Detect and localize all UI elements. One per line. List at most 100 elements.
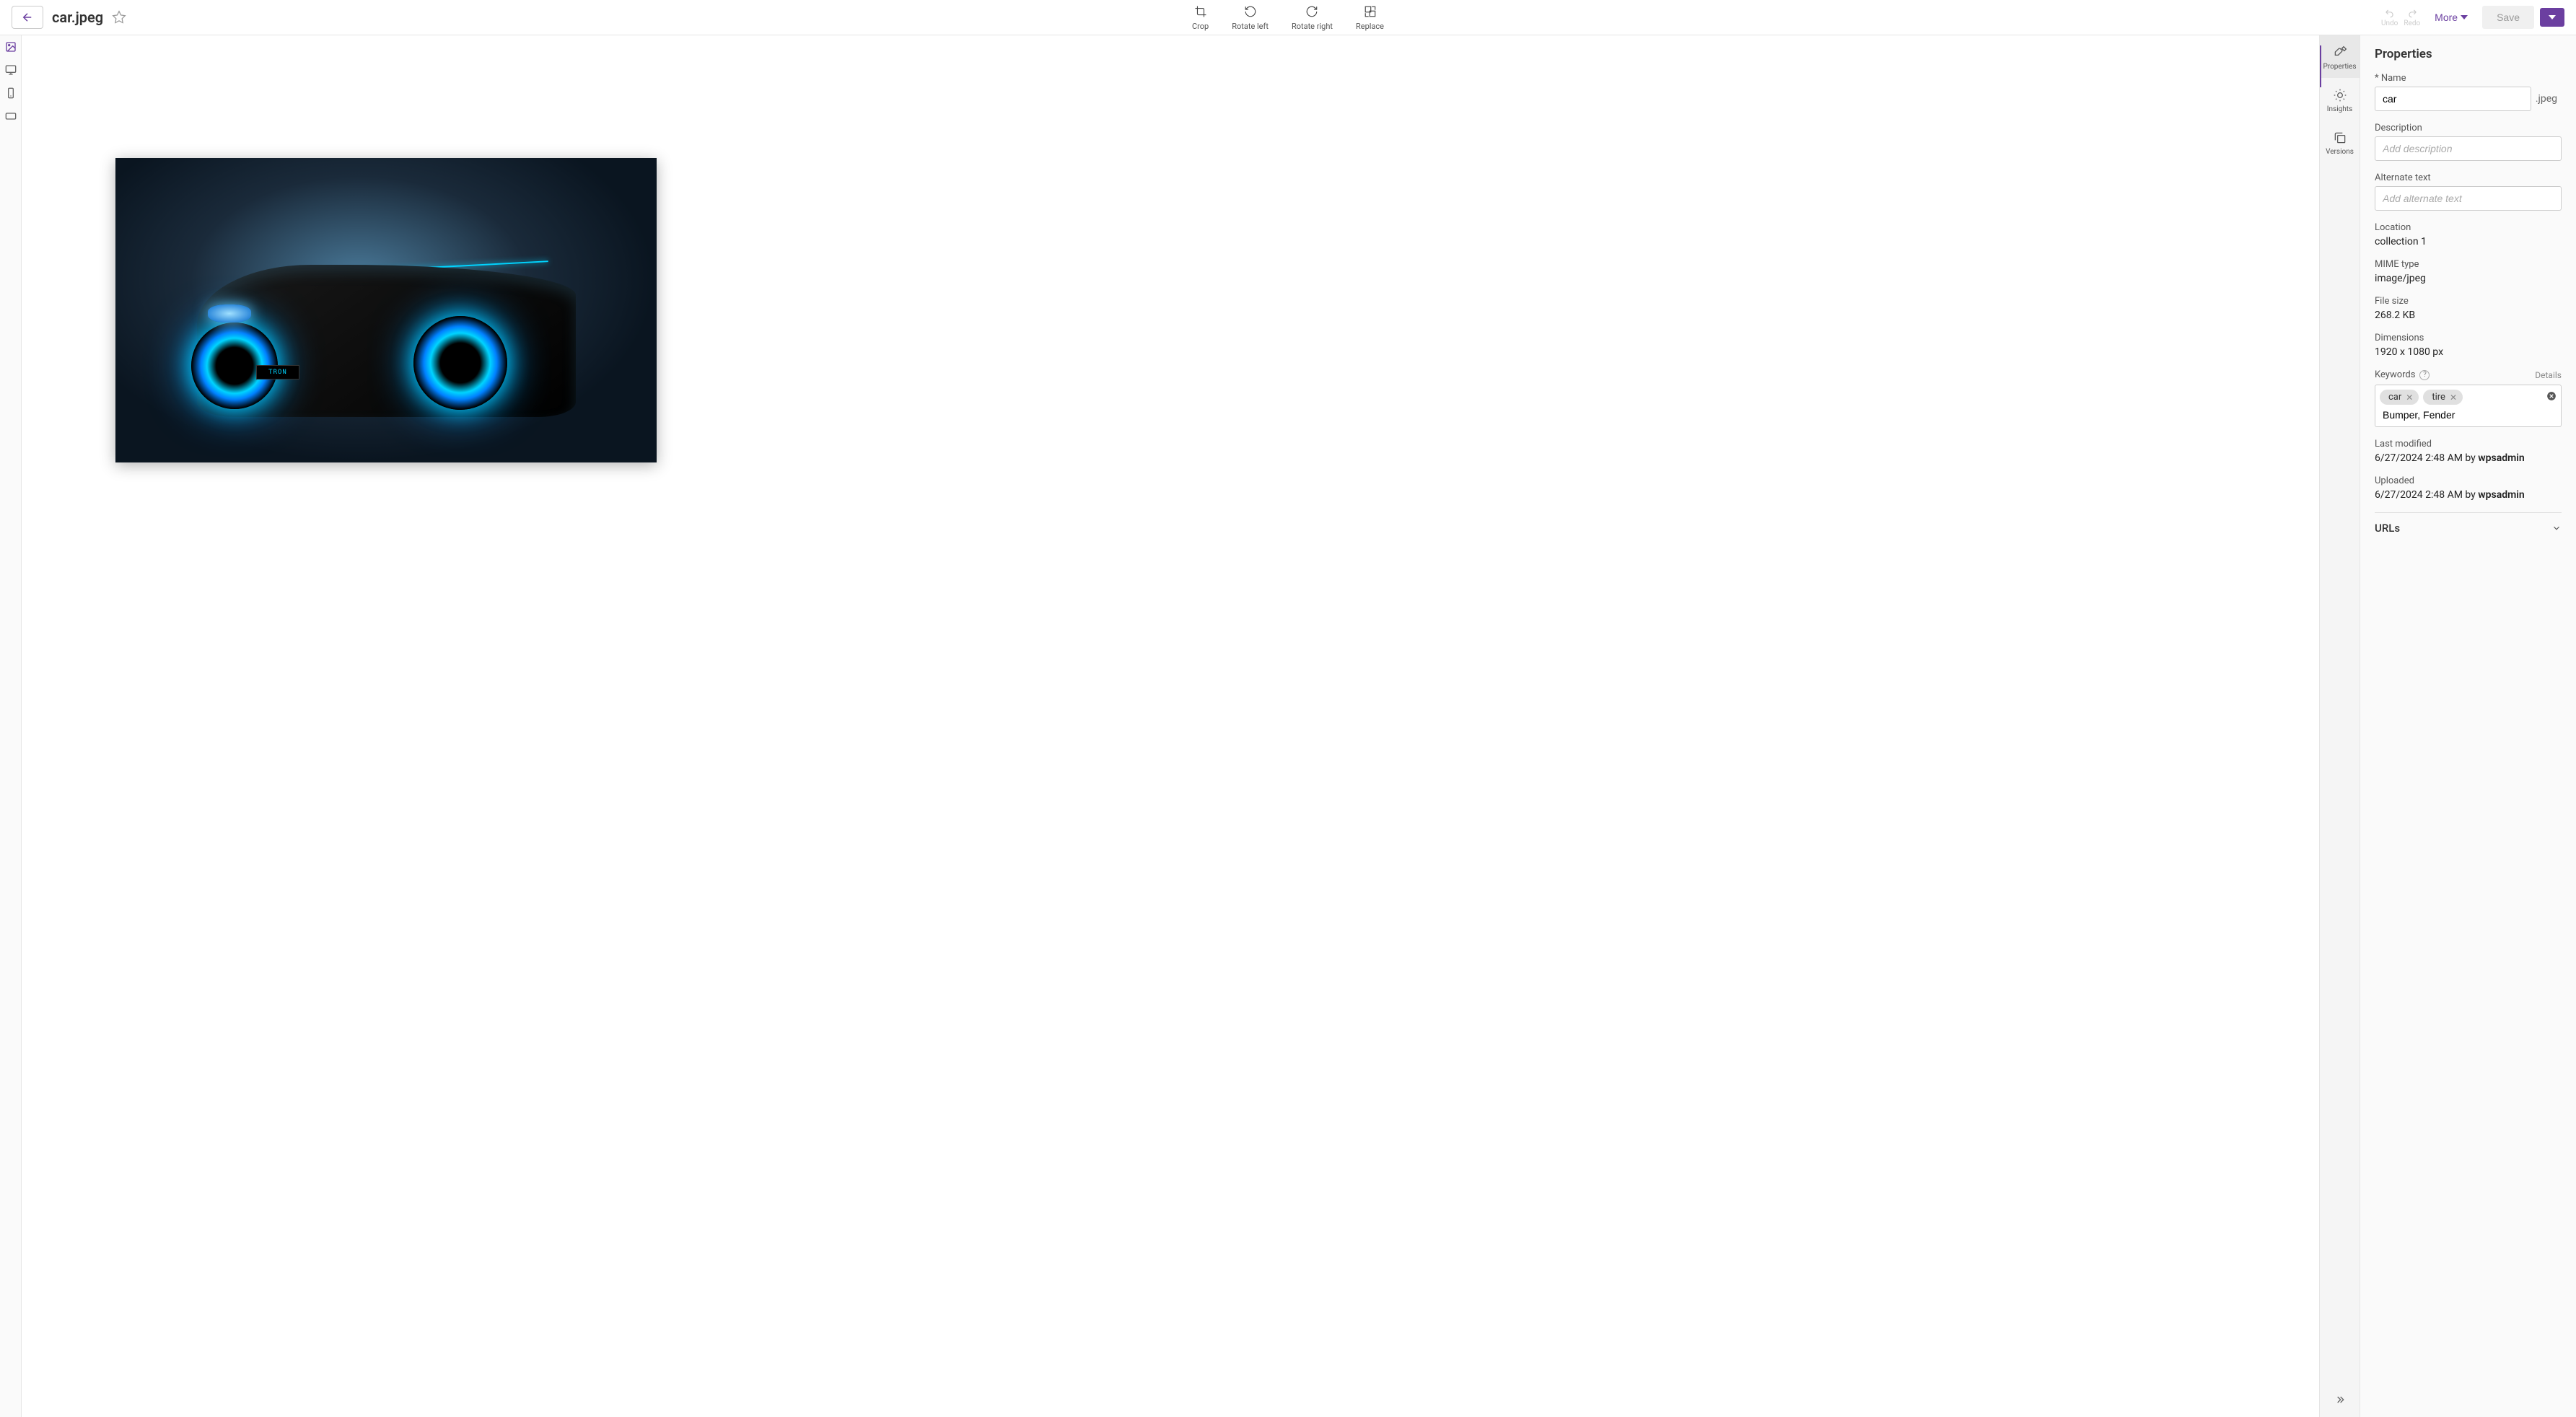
tab-versions[interactable]: Versions — [2320, 120, 2360, 163]
replace-icon — [1362, 4, 1377, 19]
keyword-tag-label: car — [2388, 392, 2401, 403]
header-right: Undo Redo More Save — [2381, 6, 2564, 29]
dimensions-label: Dimensions — [2375, 333, 2562, 343]
versions-icon — [2333, 131, 2347, 145]
keywords-box[interactable]: car ✕ tire ✕ — [2375, 385, 2562, 427]
lastmod-time: 6/27/2024 2:48 AM by — [2375, 452, 2478, 464]
tab-insights[interactable]: Insights — [2320, 78, 2360, 120]
uploaded-label: Uploaded — [2375, 475, 2562, 486]
header: car.jpeg Crop Rotate left Rotat — [0, 0, 2576, 35]
uploaded-user: wpsadmin — [2478, 489, 2524, 501]
favorite-star-icon[interactable] — [112, 10, 126, 25]
car-wheel-rear — [413, 316, 507, 410]
redo-icon — [2406, 8, 2419, 18]
urls-label: URLs — [2375, 522, 2400, 535]
lastmod-value: 6/27/2024 2:48 AM by wpsadmin — [2375, 452, 2562, 464]
name-field: * Name .jpeg — [2375, 73, 2562, 111]
rotate-left-label: Rotate left — [1232, 22, 1269, 31]
uploaded-time: 6/27/2024 2:48 AM by — [2375, 489, 2478, 501]
alt-text-field: Alternate text — [2375, 172, 2562, 211]
tab-properties[interactable]: Properties — [2320, 35, 2360, 78]
image-preview[interactable]: TRON — [115, 158, 657, 462]
more-label: More — [2435, 12, 2458, 23]
description-field: Description — [2375, 123, 2562, 161]
file-title: car.jpeg — [52, 9, 103, 26]
mime-label: MIME type — [2375, 259, 2562, 270]
chevron-down-icon — [2551, 523, 2562, 533]
redo-button[interactable]: Redo — [2404, 8, 2420, 27]
panel-title: Properties — [2375, 47, 2562, 61]
keywords-field: Keywords ? Details car ✕ tire ✕ — [2375, 369, 2562, 427]
keywords-details-link[interactable]: Details — [2535, 370, 2562, 380]
collapse-panel-button[interactable] — [2320, 1382, 2360, 1417]
properties-panel: Properties * Name .jpeg Description Alte… — [2360, 35, 2576, 1417]
location-field: Location collection 1 — [2375, 222, 2562, 247]
insights-icon — [2333, 88, 2347, 102]
remove-tag-icon[interactable]: ✕ — [2450, 392, 2457, 403]
keyword-tag-label: tire — [2432, 392, 2445, 403]
name-input[interactable] — [2375, 87, 2531, 111]
redo-label: Redo — [2404, 19, 2420, 27]
location-value: collection 1 — [2375, 236, 2562, 247]
keywords-input[interactable] — [2380, 405, 2557, 422]
more-button[interactable]: More — [2426, 6, 2476, 29]
undo-button[interactable]: Undo — [2381, 8, 2398, 27]
tab-properties-label: Properties — [2323, 63, 2356, 71]
crop-button[interactable]: Crop — [1192, 4, 1209, 31]
uploaded-value: 6/27/2024 2:48 AM by wpsadmin — [2375, 489, 2562, 501]
car-headlight — [208, 304, 251, 323]
back-button[interactable] — [12, 6, 43, 29]
tab-versions-label: Versions — [2326, 148, 2354, 156]
publish-dropdown-button[interactable] — [2540, 8, 2564, 27]
help-icon[interactable]: ? — [2419, 370, 2430, 380]
uploaded-field: Uploaded 6/27/2024 2:48 AM by wpsadmin — [2375, 475, 2562, 501]
filesize-field: File size 268.2 KB — [2375, 296, 2562, 321]
undo-label: Undo — [2381, 19, 2398, 27]
lastmod-label: Last modified — [2375, 439, 2562, 449]
crop-icon — [1193, 4, 1208, 19]
mobile-view-icon[interactable] — [5, 87, 17, 99]
tablet-view-icon[interactable] — [5, 110, 17, 122]
keyword-tag: tire ✕ — [2423, 390, 2463, 405]
rotate-right-icon — [1305, 4, 1319, 19]
replace-label: Replace — [1356, 22, 1384, 31]
rotate-right-button[interactable]: Rotate right — [1292, 4, 1333, 31]
alt-text-input[interactable] — [2375, 186, 2562, 211]
image-view-icon[interactable] — [5, 41, 17, 53]
mime-value: image/jpeg — [2375, 273, 2562, 284]
keywords-label: Keywords — [2375, 369, 2415, 380]
dimensions-value: 1920 x 1080 px — [2375, 346, 2562, 358]
lastmod-user: wpsadmin — [2478, 452, 2524, 464]
dimensions-field: Dimensions 1920 x 1080 px — [2375, 333, 2562, 358]
replace-button[interactable]: Replace — [1356, 4, 1384, 31]
car-plate: TRON — [256, 365, 299, 380]
undo-icon — [2383, 8, 2396, 18]
description-input[interactable] — [2375, 136, 2562, 161]
save-button[interactable]: Save — [2482, 6, 2534, 29]
remove-tag-icon[interactable]: ✕ — [2406, 392, 2413, 403]
urls-section-toggle[interactable]: URLs — [2375, 512, 2562, 543]
left-rail — [0, 35, 22, 1417]
rotate-left-button[interactable]: Rotate left — [1232, 4, 1269, 31]
location-label: Location — [2375, 222, 2562, 233]
toolbar-center: Crop Rotate left Rotate right Replace — [1192, 4, 1384, 31]
right-rail: Properties Insights Versions — [2319, 35, 2360, 1417]
arrow-left-icon — [21, 11, 34, 24]
crop-label: Crop — [1192, 22, 1209, 31]
caret-down-icon — [2461, 14, 2468, 21]
desktop-view-icon[interactable] — [5, 64, 17, 76]
tab-insights-label: Insights — [2327, 105, 2352, 113]
filesize-value: 268.2 KB — [2375, 310, 2562, 321]
caret-down-icon — [2549, 14, 2556, 21]
mime-field: MIME type image/jpeg — [2375, 259, 2562, 284]
description-label: Description — [2375, 123, 2562, 133]
alt-text-label: Alternate text — [2375, 172, 2562, 183]
filesize-label: File size — [2375, 296, 2562, 307]
name-label: * Name — [2375, 73, 2562, 84]
keyword-tag: car ✕ — [2380, 390, 2419, 405]
rotate-right-label: Rotate right — [1292, 22, 1333, 31]
canvas: TRON — [22, 35, 2319, 1417]
clear-all-tags-icon[interactable] — [2546, 391, 2557, 401]
name-extension: .jpeg — [2531, 87, 2562, 110]
rotate-left-icon — [1243, 4, 1258, 19]
